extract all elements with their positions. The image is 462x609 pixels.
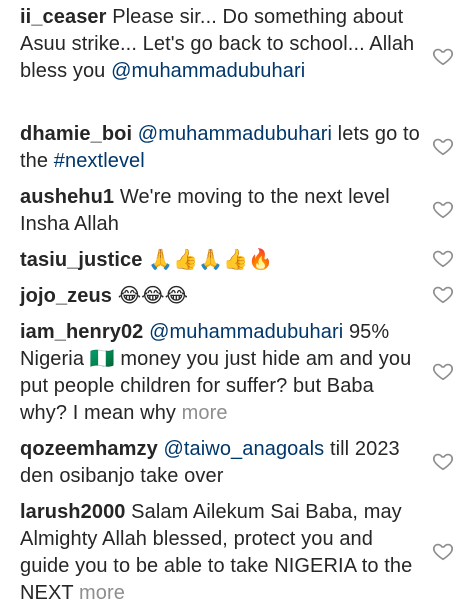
comment-text: larush2000 Salam Ailekum Sai Baba, may A… — [20, 499, 420, 607]
comment-text: qozeemhamzy @taiwo_anagoals till 2023 de… — [20, 436, 420, 490]
comment-text: ii_ceaser Please sir... Do something abo… — [20, 4, 420, 85]
like-button[interactable] — [432, 247, 454, 269]
heart-outline-icon — [432, 135, 454, 157]
comment-list: ii_ceaser Please sir... Do something abo… — [0, 0, 462, 609]
comment-username[interactable]: aushehu1 — [20, 186, 114, 208]
comment-text: dhamie_boi @muhammadubuhari lets go to t… — [20, 121, 420, 175]
comment-mention[interactable]: @muhammadubuhari — [143, 321, 343, 343]
like-button[interactable] — [432, 540, 454, 562]
comment-mention[interactable]: @taiwo_anagoals — [158, 438, 324, 460]
heart-outline-icon — [432, 283, 454, 305]
comment-username[interactable]: dhamie_boi — [20, 123, 132, 145]
heart-outline-icon — [432, 247, 454, 269]
comment-item: iam_henry02 @muhammadubuhari 95% Nigeria… — [20, 319, 420, 427]
comment-item: aushehu1 We're moving to the next level … — [20, 184, 420, 238]
like-button[interactable] — [432, 450, 454, 472]
comment-username[interactable]: jojo_zeus — [20, 285, 112, 307]
nigeria-flag-icon: 🇳🇬 — [89, 348, 115, 370]
comment-item: dhamie_boi @muhammadubuhari lets go to t… — [20, 121, 420, 175]
heart-outline-icon — [432, 360, 454, 382]
comment-username[interactable]: iam_henry02 — [20, 321, 143, 343]
comment-username[interactable]: tasiu_justice — [20, 249, 142, 271]
comment-emojis: 😂😂😂 — [112, 285, 189, 307]
comment-username[interactable]: larush2000 — [20, 501, 126, 523]
like-button[interactable] — [432, 283, 454, 305]
comment-emojis: 🙏👍🙏👍🔥 — [142, 249, 274, 271]
heart-outline-icon — [432, 540, 454, 562]
comment-text: tasiu_justice 🙏👍🙏👍🔥 — [20, 247, 420, 274]
like-button[interactable] — [432, 135, 454, 157]
comment-username[interactable]: qozeemhamzy — [20, 438, 158, 460]
comment-hashtag[interactable]: #nextlevel — [54, 150, 145, 172]
heart-outline-icon — [432, 198, 454, 220]
comment-username[interactable]: ii_ceaser — [20, 6, 107, 28]
comment-item: tasiu_justice 🙏👍🙏👍🔥 — [20, 247, 420, 274]
comment-item: qozeemhamzy @taiwo_anagoals till 2023 de… — [20, 436, 420, 490]
like-button[interactable] — [432, 360, 454, 382]
heart-outline-icon — [432, 45, 454, 67]
more-link[interactable]: more — [182, 402, 228, 424]
comment-item: jojo_zeus 😂😂😂 — [20, 283, 420, 310]
comment-text: aushehu1 We're moving to the next level … — [20, 184, 420, 238]
comment-text: iam_henry02 @muhammadubuhari 95% Nigeria… — [20, 319, 420, 427]
comment-item: larush2000 Salam Ailekum Sai Baba, may A… — [20, 499, 420, 607]
heart-outline-icon — [432, 450, 454, 472]
comment-text: jojo_zeus 😂😂😂 — [20, 283, 420, 310]
like-button[interactable] — [432, 45, 454, 67]
comment-mention[interactable]: @muhammadubuhari — [132, 123, 332, 145]
like-button[interactable] — [432, 198, 454, 220]
more-link[interactable]: more — [79, 582, 125, 604]
comment-item: ii_ceaser Please sir... Do something abo… — [20, 4, 420, 85]
comment-mention[interactable]: @muhammadubuhari — [111, 60, 305, 82]
